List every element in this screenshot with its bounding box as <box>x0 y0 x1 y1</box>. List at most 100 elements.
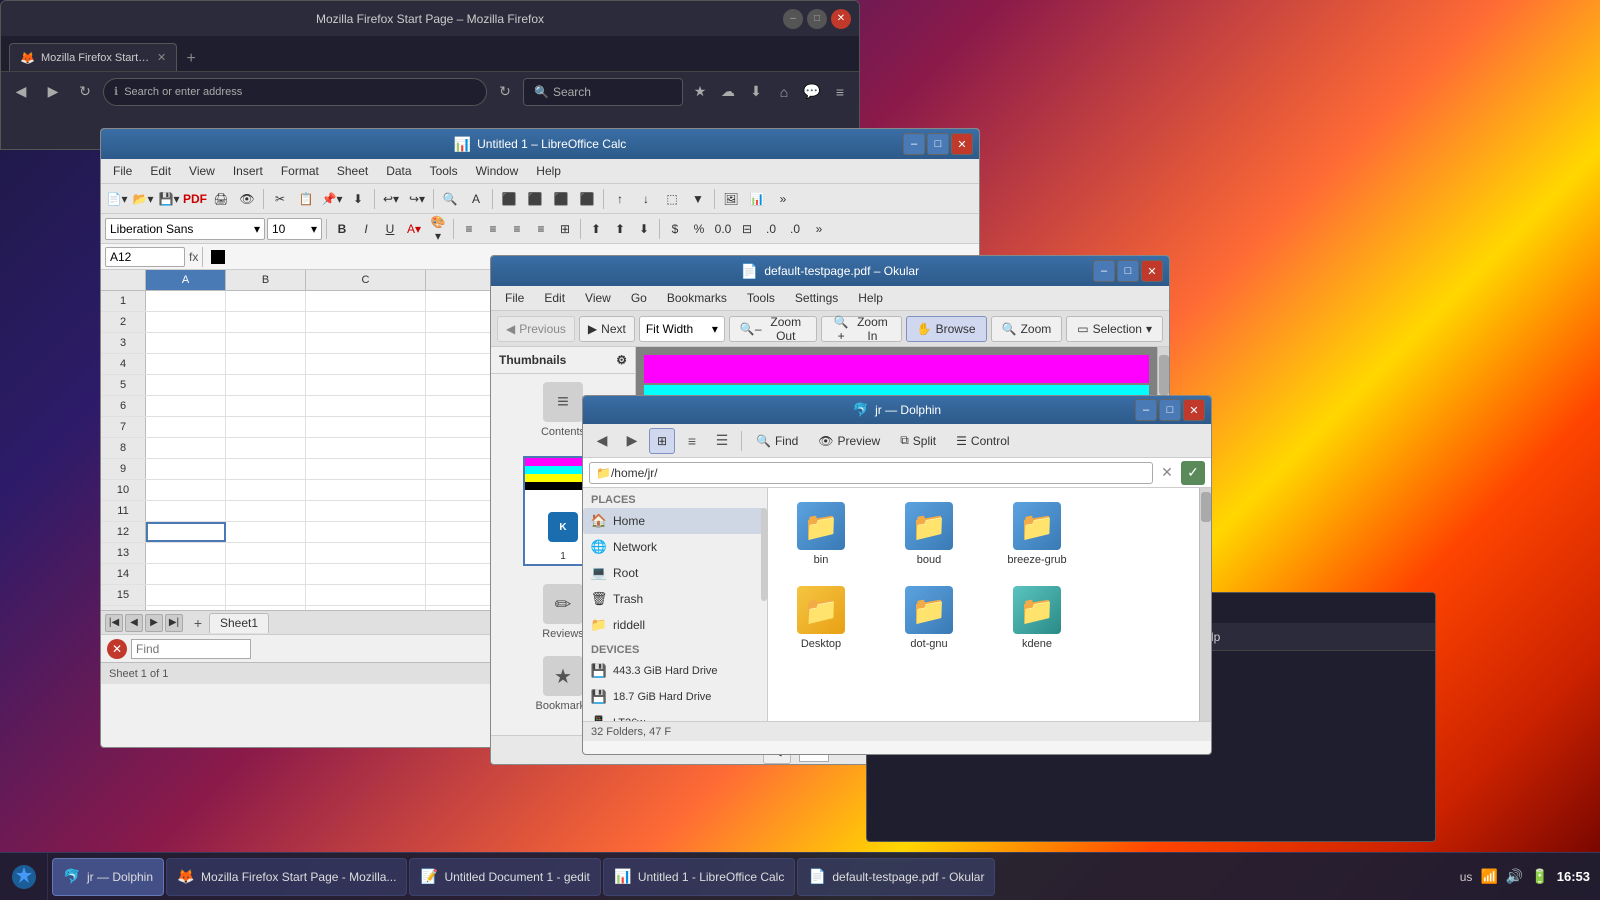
cell-b2[interactable] <box>226 312 306 332</box>
okular-menu-go[interactable]: Go <box>623 289 655 307</box>
col-header-a[interactable]: A <box>146 270 226 290</box>
calc-print-btn[interactable]: 🖨 <box>209 187 233 211</box>
cell-b15[interactable] <box>226 585 306 605</box>
cell-a14[interactable] <box>146 564 226 584</box>
dolphin-split-button[interactable]: ⧉ Split <box>892 428 944 454</box>
taskbar-item-gedit[interactable]: 📝 Untitled Document 1 - gedit <box>409 858 600 896</box>
places-item-trash[interactable]: 🗑 Trash <box>583 586 767 612</box>
dolphin-preview-button[interactable]: 👁 Preview <box>810 428 888 454</box>
firefox-address-bar[interactable]: ℹ Search or enter address <box>103 78 487 106</box>
file-item-bin[interactable]: 📁 bin <box>776 496 866 572</box>
cell-b12[interactable] <box>226 522 306 542</box>
dolphin-back-button[interactable]: ◀ <box>589 428 615 454</box>
dolphin-forward-button[interactable]: ▶ <box>619 428 645 454</box>
calc-maximize-button[interactable]: □ <box>927 133 949 155</box>
cell-a13[interactable] <box>146 543 226 563</box>
calc-sort-asc-btn[interactable]: ↑ <box>608 187 632 211</box>
dolphin-close-button[interactable]: ✕ <box>1183 399 1205 421</box>
cell-c5[interactable] <box>306 375 426 395</box>
cell-b4[interactable] <box>226 354 306 374</box>
calc-merge-button[interactable]: ⊞ <box>554 218 576 240</box>
sheet-next-btn[interactable]: ▶ <box>145 614 163 632</box>
okular-zoom-selector[interactable]: Fit Width ▾ <box>639 316 725 342</box>
calc-find-close-button[interactable]: ✕ <box>107 639 127 659</box>
okular-next-button[interactable]: ▶ Next <box>579 316 635 342</box>
calc-sort-btn[interactable]: ⬚ <box>660 187 684 211</box>
okular-close-button[interactable]: ✕ <box>1141 260 1163 282</box>
calc-bold-button[interactable]: B <box>331 218 353 240</box>
dolphin-minimize-button[interactable]: – <box>1135 399 1157 421</box>
cell-a1[interactable] <box>146 291 226 311</box>
cell-c6[interactable] <box>306 396 426 416</box>
firefox-reload-button[interactable]: ↻ <box>71 78 99 106</box>
cell-a10[interactable] <box>146 480 226 500</box>
cell-c11[interactable] <box>306 501 426 521</box>
calc-row-height-btn[interactable]: ⬛ <box>575 187 599 211</box>
okular-minimize-button[interactable]: – <box>1093 260 1115 282</box>
cell-c4[interactable] <box>306 354 426 374</box>
okular-menu-bookmarks[interactable]: Bookmarks <box>659 289 735 307</box>
calc-save-btn[interactable]: 💾▾ <box>157 187 181 211</box>
dolphin-control-button[interactable]: ☰ Control <box>948 428 1017 454</box>
dolphin-path-confirm-button[interactable]: ✓ <box>1181 461 1205 485</box>
calc-currency-button[interactable]: $ <box>664 218 686 240</box>
cell-a4[interactable] <box>146 354 226 374</box>
calc-menu-data[interactable]: Data <box>378 162 419 180</box>
dolphin-maximize-button[interactable]: □ <box>1159 399 1181 421</box>
calc-font-size-selector[interactable]: 10 ▾ <box>267 218 322 240</box>
calc-format-number-button[interactable]: ⊟ <box>736 218 758 240</box>
firefox-maximize-button[interactable]: □ <box>807 9 827 29</box>
cell-c16[interactable] <box>306 606 426 610</box>
okular-menu-tools[interactable]: Tools <box>739 289 783 307</box>
calc-minimize-button[interactable]: – <box>903 133 925 155</box>
cell-b3[interactable] <box>226 333 306 353</box>
calc-cut-btn[interactable]: ✂ <box>268 187 292 211</box>
firefox-tab-active[interactable]: 🦊 Mozilla Firefox Start Page ✕ <box>9 43 177 71</box>
calc-menu-insert[interactable]: Insert <box>225 162 271 180</box>
okular-menu-edit[interactable]: Edit <box>536 289 573 307</box>
battery-icon[interactable]: 🔋 <box>1531 868 1548 885</box>
okular-browse-button[interactable]: ✋ Browse <box>906 316 987 342</box>
firefox-tab-close[interactable]: ✕ <box>157 51 166 64</box>
network-status-icon[interactable]: 📶 <box>1480 868 1497 885</box>
okular-menu-view[interactable]: View <box>577 289 619 307</box>
cell-b1[interactable] <box>226 291 306 311</box>
taskbar-item-firefox[interactable]: 🦊 Mozilla Firefox Start Page - Mozilla..… <box>166 858 407 896</box>
calc-find-btn[interactable]: 🔍 <box>438 187 462 211</box>
calc-spell-btn[interactable]: A <box>464 187 488 211</box>
cell-c9[interactable] <box>306 459 426 479</box>
calc-underline-button[interactable]: U <box>379 218 401 240</box>
firefox-back-button[interactable]: ◀ <box>7 78 35 106</box>
cell-a5[interactable] <box>146 375 226 395</box>
calc-menu-window[interactable]: Window <box>468 162 527 180</box>
calc-row-opt-btn[interactable]: ⬛ <box>523 187 547 211</box>
calc-paste-btn[interactable]: 📌▾ <box>320 187 344 211</box>
calc-more-btn[interactable]: » <box>771 187 795 211</box>
cell-b7[interactable] <box>226 417 306 437</box>
calc-copy-btn[interactable]: 📋 <box>294 187 318 211</box>
firefox-forward-button[interactable]: ▶ <box>39 78 67 106</box>
cell-a15[interactable] <box>146 585 226 605</box>
cell-b11[interactable] <box>226 501 306 521</box>
calc-highlight-button[interactable]: 🎨▾ <box>427 218 449 240</box>
firefox-close-button[interactable]: ✕ <box>831 9 851 29</box>
cell-b16[interactable] <box>226 606 306 610</box>
places-item-network[interactable]: 🌐 Network <box>583 534 767 560</box>
calc-more2-button[interactable]: » <box>808 218 830 240</box>
firefox-menu-icon[interactable]: ≡ <box>827 79 853 105</box>
cell-a6[interactable] <box>146 396 226 416</box>
cell-b5[interactable] <box>226 375 306 395</box>
calc-menu-edit[interactable]: Edit <box>142 162 179 180</box>
calc-col-opt-btn[interactable]: ⬛ <box>497 187 521 211</box>
calc-cell-ref[interactable]: A12 <box>105 247 185 267</box>
taskbar-item-calc[interactable]: 📊 Untitled 1 - LibreOffice Calc <box>603 858 796 896</box>
firefox-chat-icon[interactable]: 💬 <box>799 79 825 105</box>
col-header-b[interactable]: B <box>226 270 306 290</box>
cell-a8[interactable] <box>146 438 226 458</box>
file-item-kdene[interactable]: 📁 kdene <box>992 580 1082 656</box>
cell-c8[interactable] <box>306 438 426 458</box>
calc-menu-sheet[interactable]: Sheet <box>329 162 376 180</box>
calc-menu-file[interactable]: File <box>105 162 140 180</box>
cell-a2[interactable] <box>146 312 226 332</box>
file-item-boud[interactable]: 📁 boud <box>884 496 974 572</box>
